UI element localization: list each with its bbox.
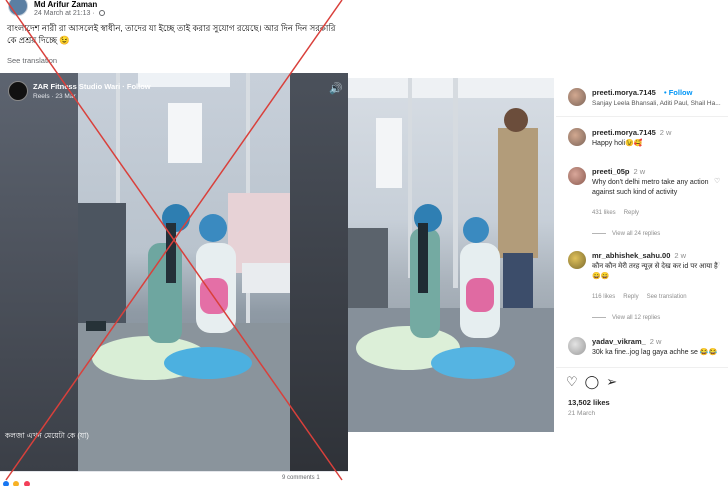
reel-caption: কলজা এখন মেয়েটা কে (যা) (5, 431, 89, 440)
reel-page-name[interactable]: ZAR Fitness Studio Wari · Follow (33, 82, 151, 91)
post-date: 21 March (568, 410, 596, 417)
poster-avatar[interactable] (568, 88, 586, 106)
see-translation-link[interactable]: See translation (647, 294, 687, 300)
header-divider (556, 116, 728, 117)
instagram-side-panel: preeti.morya.7145 • Follow Sanjay Leela … (556, 78, 728, 432)
comment-actions: 116 likes Reply See translation (592, 294, 695, 300)
post-timestamp[interactable]: 24 March at 21:13 (34, 10, 90, 17)
comment-username-text[interactable]: preeti_05p (592, 167, 630, 176)
comment-username-text[interactable]: yadav_vikram_ (592, 337, 646, 346)
reaction-icons[interactable] (2, 475, 31, 486)
globe-icon (98, 10, 105, 16)
like-count[interactable]: 13,502 likes (568, 398, 610, 407)
see-translation-link[interactable]: See translation (7, 56, 57, 65)
love-reaction-icon (22, 480, 31, 486)
comment-text: Happy holi😉🥰 (592, 140, 643, 147)
post-action-icons: ♡ ◯ ➢ (566, 374, 624, 390)
view-replies-link[interactable]: View all 24 replies (592, 231, 660, 237)
commenter-avatar[interactable] (568, 251, 586, 269)
reel-meta: Reels · 23 Mar (33, 93, 76, 100)
comment-actions: 431 likes Reply (592, 210, 647, 216)
speaker-icon[interactable]: 🔊 (329, 83, 343, 95)
commenter-username[interactable]: mr_abhishek_sahu.00 2 w (592, 251, 686, 260)
comment-likes[interactable]: 431 likes (592, 210, 616, 216)
metro-scene-illustration (78, 73, 290, 471)
post-footer: 9 comments 1 (0, 471, 348, 486)
comment-text: कौन कौन मेरी तरह न्यूज़ से देख कर id पर … (592, 263, 718, 280)
heart-icon[interactable]: ♡ (566, 374, 578, 390)
comment-likes[interactable]: 116 likes (592, 294, 615, 300)
comment-icon[interactable]: ◯ (585, 374, 600, 390)
audio-track[interactable]: Sanjay Leela Bhansali, Aditi Paul, Shail… (592, 100, 726, 107)
comment-heart-icon[interactable]: ♡ (714, 177, 720, 185)
view-replies-link[interactable]: View all 12 replies (592, 315, 660, 321)
comment-heart-icon[interactable]: ♡ (714, 261, 720, 269)
post-stats[interactable]: 9 comments 1 (282, 475, 320, 481)
reply-button[interactable]: Reply (623, 294, 638, 300)
comment-time: 2 w (633, 167, 646, 176)
reel-frame (78, 73, 290, 471)
author-avatar[interactable] (8, 0, 28, 16)
reply-button[interactable]: Reply (624, 210, 639, 216)
share-icon[interactable]: ➢ (606, 374, 617, 390)
post-meta: 24 March at 21:13 · (34, 10, 105, 17)
commenter-username[interactable]: yadav_vikram_ 2 w (592, 337, 661, 346)
video-side-blur-right (290, 73, 348, 471)
commenter-username[interactable]: preeti_05p 2 w (592, 167, 645, 176)
comment-text: Why don't delhi metro take any action ag… (592, 179, 709, 196)
commenter-avatar[interactable] (568, 167, 586, 185)
instagram-post-image[interactable] (348, 78, 554, 432)
facebook-post: Md Arifur Zaman 24 March at 21:13 · বাংল… (0, 0, 348, 486)
comment-time: 2 w (649, 337, 662, 346)
comment-username-text[interactable]: preeti.morya.7145 (592, 128, 656, 137)
post-author[interactable]: Md Arifur Zaman (34, 0, 97, 9)
commenter-username[interactable]: preeti.morya.7145 2 w (592, 128, 671, 137)
reel-video[interactable]: ZAR Fitness Studio Wari · Follow Reels ·… (0, 73, 348, 471)
comment-time: 2 w (659, 128, 672, 137)
page-logo[interactable] (8, 81, 28, 101)
haha-reaction-icon (12, 480, 21, 486)
actions-divider (556, 367, 728, 368)
post-text: বাংলাদেশ নারী রা আসলেই স্বাধীন, তাদের যা… (7, 23, 336, 45)
poster-username[interactable]: preeti.morya.7145 (592, 88, 656, 97)
like-reaction-icon (2, 480, 10, 486)
comment-username-text[interactable]: mr_abhishek_sahu.00 (592, 251, 670, 260)
video-side-blur-left (0, 73, 78, 471)
follow-button[interactable]: • Follow (664, 88, 692, 97)
metro-photo-illustration (348, 78, 554, 432)
comment-text: 30k ka fine..jog lag gaya achhe se 😂😂 (592, 349, 718, 356)
commenter-avatar[interactable] (568, 128, 586, 146)
comment-time: 2 w (674, 251, 687, 260)
commenter-avatar[interactable] (568, 337, 586, 355)
